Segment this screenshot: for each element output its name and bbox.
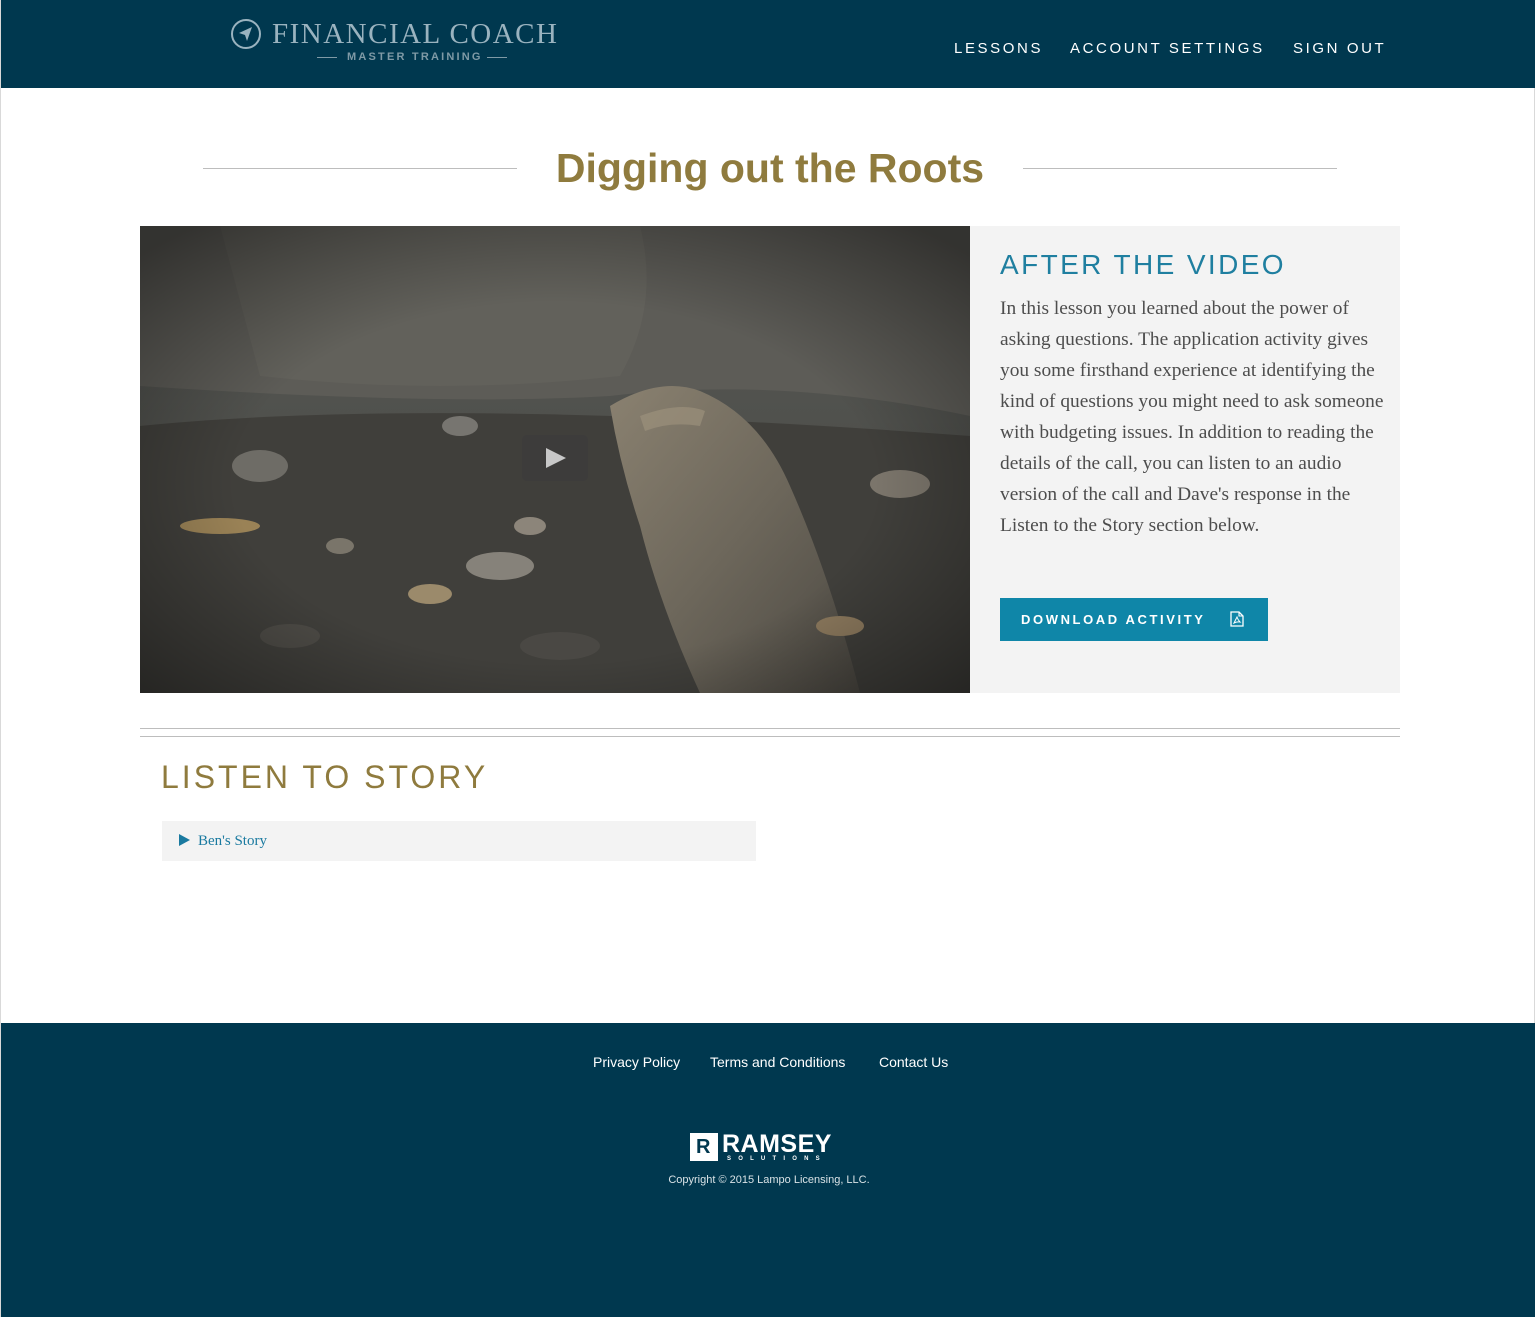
lesson-video-player[interactable] [140, 226, 970, 693]
nav-lessons[interactable]: LESSONS [954, 40, 1043, 58]
story-label: Ben's Story [198, 833, 267, 849]
after-video-body: In this lesson you learned about the pow… [1000, 298, 1384, 536]
play-icon [546, 448, 566, 468]
site-logo[interactable]: FINANCIAL COACH MASTER TRAINING [230, 16, 560, 66]
ramsey-wordmark: RAMSEY [722, 1130, 832, 1158]
copyright-notice: Copyright © 2015 Lampo Licensing, LLC. [668, 1174, 870, 1186]
section-divider-bottom [140, 736, 1400, 737]
footer-link-contact-us[interactable]: Contact Us [879, 1053, 948, 1071]
download-activity-label: DOWNLOAD ACTIVITY [1021, 612, 1206, 627]
ramsey-mark-icon: R [690, 1133, 718, 1161]
nav-sign-out[interactable]: SIGN OUT [1293, 40, 1386, 58]
footer-link-privacy-policy[interactable]: Privacy Policy [593, 1053, 680, 1071]
section-divider-top [140, 728, 1400, 729]
video-play-button[interactable] [522, 435, 588, 481]
download-activity-button[interactable]: DOWNLOAD ACTIVITY [1000, 598, 1268, 641]
page-title: Digging out the Roots [555, 145, 985, 191]
after-video-heading: AFTER THE VIDEO [1000, 249, 1286, 280]
site-footer: Privacy Policy Terms and Conditions Cont… [1, 1023, 1535, 1317]
story-item-bens-story[interactable]: Ben's Story [162, 821, 756, 861]
logo-subtitle-group: MASTER TRAINING [317, 50, 507, 64]
paper-plane-compass-icon [231, 19, 261, 49]
pdf-file-icon [1230, 611, 1244, 627]
play-triangle-icon [179, 834, 190, 846]
ramsey-solutions-logo[interactable]: R RAMSEY SOLUTIONS [690, 1131, 852, 1163]
nav-account-settings[interactable]: ACCOUNT SETTINGS [1070, 40, 1265, 58]
footer-link-terms-and-conditions[interactable]: Terms and Conditions [710, 1053, 845, 1071]
after-video-panel: AFTER THE VIDEO In this lesson you learn… [970, 226, 1400, 693]
listen-to-story-heading: LISTEN TO STORY [161, 759, 489, 795]
site-header: FINANCIAL COACH MASTER TRAINING LESSONS … [1, 0, 1535, 88]
logo-rule-left [317, 57, 337, 58]
ramsey-tagline: SOLUTIONS [727, 1156, 827, 1162]
logo-title: FINANCIAL COACH [272, 18, 559, 50]
title-rule-right [1023, 168, 1337, 169]
title-rule-left [203, 168, 517, 169]
logo-subtitle: MASTER TRAINING [347, 51, 483, 63]
logo-rule-right [487, 57, 507, 58]
